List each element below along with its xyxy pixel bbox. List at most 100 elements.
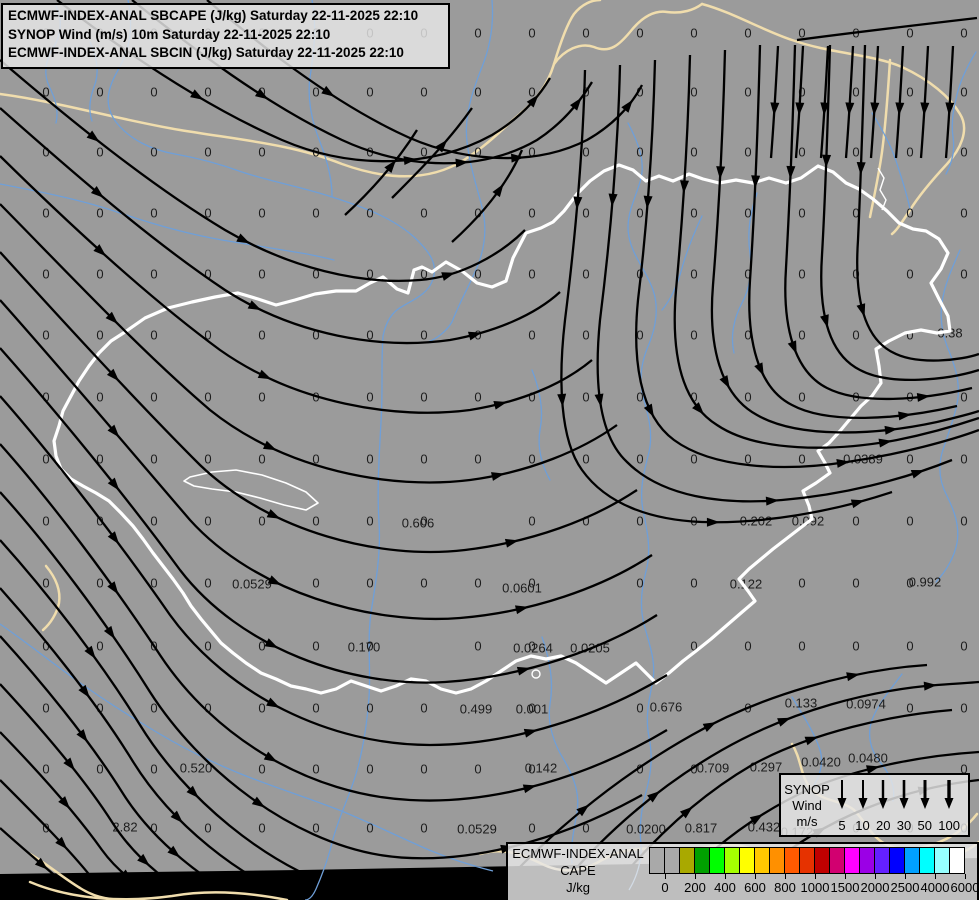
grid-value: 0 [852, 514, 859, 529]
special-value: 0.133 [785, 696, 818, 711]
grid-value: 0 [366, 206, 373, 221]
cape-tick-label: 0 [661, 880, 669, 895]
grid-value: 0 [474, 85, 481, 100]
cape-color-swatch [724, 847, 740, 874]
special-value: 0.817 [685, 821, 718, 836]
grid-value: 0 [528, 390, 535, 405]
grid-value: 0 [582, 267, 589, 282]
grid-value: 0 [960, 85, 967, 100]
title-line-wind: SYNOP Wind (m/s) 10m Saturday 22-11-2025… [8, 26, 331, 42]
grid-value: 0 [474, 26, 481, 41]
grid-value: 0 [582, 206, 589, 221]
grid-value: 0 [258, 762, 265, 777]
grid-value: 0 [474, 762, 481, 777]
special-value: 0.0601 [502, 581, 542, 596]
grid-value: 0 [474, 267, 481, 282]
title-line-sbcin: ECMWF-INDEX-ANAL SBCIN (J/kg) Saturday 2… [8, 45, 404, 60]
special-value: 0.170 [348, 640, 381, 655]
grid-value: 0 [204, 390, 211, 405]
special-value: 0.0264 [513, 641, 553, 656]
grid-value: 0 [150, 514, 157, 529]
grid-value: 0 [960, 639, 967, 654]
grid-value: 0 [96, 328, 103, 343]
title-line-sbcape: ECMWF-INDEX-ANAL SBCAPE (J/kg) Saturday … [8, 8, 419, 23]
grid-value: 0 [312, 701, 319, 716]
special-value: 0.001 [516, 702, 549, 717]
special-value: 0.0529 [457, 822, 497, 837]
grid-value: 0 [150, 145, 157, 160]
cape-tick-mark [935, 874, 936, 879]
grid-value: 0 [96, 639, 103, 654]
special-value: 0.992 [909, 575, 942, 590]
wind-legend-subtitle: Wind [792, 798, 822, 813]
grid-value: 0 [366, 452, 373, 467]
grid-value: 0 [960, 514, 967, 529]
cape-color-swatch [754, 847, 770, 874]
grid-value: 0 [690, 145, 697, 160]
grid-value: 0 [744, 390, 751, 405]
grid-value: 0 [366, 821, 373, 836]
grid-value: 0 [960, 452, 967, 467]
cape-tick-mark [725, 874, 726, 879]
cape-tick-mark [755, 874, 756, 879]
cape-color-swatch [904, 847, 920, 874]
grid-value: 0 [96, 390, 103, 405]
grid-value: 0 [96, 85, 103, 100]
grid-value: 0 [636, 328, 643, 343]
cape-color-swatch [814, 847, 830, 874]
cape-color-swatch [694, 847, 710, 874]
grid-value: 0 [528, 328, 535, 343]
grid-value: 0 [204, 145, 211, 160]
grid-value: 0 [960, 145, 967, 160]
wind-speed-label: 100 [938, 818, 960, 833]
wind-speed-item: 100 [938, 779, 960, 833]
grid-value: 0 [744, 26, 751, 41]
special-value: 0.0420 [801, 755, 841, 770]
cape-color-swatch [739, 847, 755, 874]
map-svg: 0 0 0 0 0 0 0 0 0 0 0 0 0 0 0 0 0 0 0 0 0 0 0 0 0 0 0 0 0 0 0 0 0 0 0 0 0 0 0 0… [0, 0, 979, 900]
grid-value: 0 [96, 267, 103, 282]
grid-value: 0 [852, 85, 859, 100]
cape-legend-panel: ECMWF-INDEX-ANAL CAPE J/kg 0 200 400 600 800… [506, 842, 979, 900]
grid-value: 0 [906, 145, 913, 160]
grid-value: 0 [366, 85, 373, 100]
grid-value: 0 [366, 762, 373, 777]
grid-value: 0 [366, 701, 373, 716]
grid-value: 0 [42, 762, 49, 777]
grid-value: 0 [150, 206, 157, 221]
grid-value: 0 [258, 145, 265, 160]
grid-value: 0 [204, 85, 211, 100]
cape-tick-mark [875, 874, 876, 879]
grid-value: 0 [366, 514, 373, 529]
wind-speed-label: 5 [838, 818, 846, 833]
cape-color-swatch [934, 847, 950, 874]
wind-speed-label: 30 [896, 818, 912, 833]
cape-color-swatch [829, 847, 845, 874]
cape-tick-mark [815, 874, 816, 879]
cape-tick-mark [845, 874, 846, 879]
cape-color-swatch [874, 847, 890, 874]
wind-down-arrow-icon [944, 780, 954, 809]
grid-value: 0 [906, 639, 913, 654]
cape-legend-title: ECMWF-INDEX-ANAL [512, 846, 644, 861]
wind-down-arrow-icon [899, 780, 909, 809]
grid-value: 0 [474, 390, 481, 405]
cape-tick-label: 2500 [890, 880, 920, 895]
cape-color-scale [649, 847, 965, 874]
grid-value: 0 [636, 514, 643, 529]
grid-value: 0 [420, 821, 427, 836]
wind-speed-scale: 5 10 20 30 50 100 [833, 775, 968, 835]
grid-value: 0 [744, 206, 751, 221]
grid-value: 0 [798, 206, 805, 221]
grid-value: 0 [960, 390, 967, 405]
wind-speed-label: 50 [917, 818, 932, 833]
grid-value: 0 [690, 85, 697, 100]
title-box: ECMWF-INDEX-ANAL SBCAPE (J/kg) Saturday … [1, 3, 450, 69]
grid-value: 0 [258, 821, 265, 836]
grid-value: 0 [258, 328, 265, 343]
cape-color-swatch [679, 847, 695, 874]
grid-value: 0 [906, 267, 913, 282]
grid-value: 0 [420, 452, 427, 467]
grid-value: 0 [798, 639, 805, 654]
grid-value: 0 [474, 639, 481, 654]
